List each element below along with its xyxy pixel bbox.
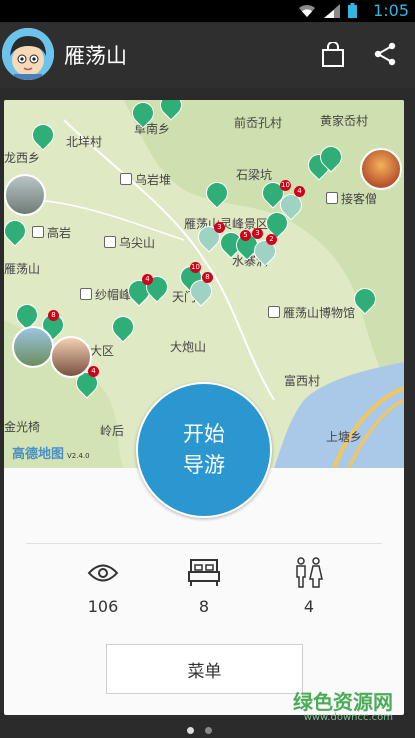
map-label: 大区 bbox=[90, 344, 115, 358]
hotels-count: 8 bbox=[198, 597, 210, 616]
divider bbox=[26, 543, 382, 544]
scenic-photo-thumbnail[interactable] bbox=[4, 174, 46, 216]
cartoon-avatar-icon bbox=[2, 28, 54, 80]
scenic-photo-thumbnail[interactable] bbox=[12, 326, 54, 368]
page-indicator bbox=[187, 727, 212, 734]
toilets-count: 4 bbox=[303, 597, 315, 616]
map-label: 前岙孔村 bbox=[234, 116, 283, 130]
map-pin-badge: 10 bbox=[280, 180, 291, 191]
page-title: 雁荡山 bbox=[64, 44, 127, 68]
stats-row: 106 8 4 bbox=[4, 555, 404, 635]
signal-icon bbox=[324, 3, 340, 18]
shopping-bag-icon bbox=[322, 41, 344, 67]
stat-hotels[interactable]: 8 bbox=[154, 555, 254, 616]
avatar[interactable] bbox=[2, 28, 54, 80]
map-pin-badge: 4 bbox=[294, 186, 305, 197]
scenic-photo-thumbnail[interactable] bbox=[50, 336, 92, 378]
map-pin-badge: 2 bbox=[266, 234, 277, 245]
share-icon bbox=[374, 42, 396, 66]
start-tour-line2: 导游 bbox=[183, 453, 225, 477]
start-tour-line1: 开始 bbox=[183, 421, 225, 446]
stat-views[interactable]: 106 bbox=[53, 555, 153, 616]
bed-icon bbox=[188, 559, 220, 586]
map-pin-badge: 4 bbox=[142, 274, 153, 285]
map-label: 乌岩堆 bbox=[120, 171, 171, 188]
map-label: 富西村 bbox=[284, 374, 321, 388]
map-pin-badge: 10 bbox=[190, 262, 201, 273]
map-pin-badge: 3 bbox=[214, 222, 225, 233]
page-indicator-dot[interactable] bbox=[205, 727, 212, 734]
map-label: 大炮山 bbox=[170, 340, 207, 354]
app-bar: 雁荡山 bbox=[0, 22, 415, 88]
shopping-bag-button[interactable] bbox=[321, 41, 345, 72]
eye-icon bbox=[87, 564, 119, 582]
map-provider-logo: 高德地图 V2.4.0 bbox=[12, 447, 90, 462]
map-pin-badge: 5 bbox=[240, 230, 251, 241]
scenic-photo-thumbnail[interactable] bbox=[360, 148, 402, 190]
map-label: 雁荡山 bbox=[4, 262, 41, 276]
status-bar: 1:05 bbox=[0, 0, 415, 22]
status-icons bbox=[298, 3, 357, 18]
map-label: 石梁坑 bbox=[236, 168, 273, 182]
map-label: 纱帽峰 bbox=[80, 286, 131, 303]
map-pin-badge: 3 bbox=[252, 228, 263, 239]
toilet-icon bbox=[296, 557, 323, 588]
scenic-card: 北垟村 卓南乡 前岙孔村 黄家岙村 龙西乡 乌岩堆 石梁坑 接客僧 高岩 乌尖山… bbox=[4, 100, 404, 715]
map-label: 北垟村 bbox=[66, 135, 103, 149]
map-label: 乌尖山 bbox=[104, 234, 155, 251]
map-label: 龙西乡 bbox=[4, 151, 41, 165]
share-button[interactable] bbox=[373, 42, 397, 70]
stat-toilets[interactable]: 4 bbox=[259, 555, 359, 616]
map-label: 岭后 bbox=[100, 424, 125, 438]
status-time: 1:05 bbox=[373, 1, 409, 20]
page-indicator-dot[interactable] bbox=[187, 727, 194, 734]
map-label: 雁荡山博物馆 bbox=[268, 304, 355, 321]
menu-button[interactable]: 菜单 bbox=[106, 644, 303, 694]
map-label: 黄家岙村 bbox=[320, 114, 369, 128]
start-tour-button[interactable]: 开始 导游 bbox=[136, 382, 272, 518]
views-count: 106 bbox=[87, 597, 119, 616]
map-label: 金光椅 bbox=[4, 420, 41, 434]
watermark-url: www.downcc.com bbox=[303, 712, 393, 723]
map-pin-badge: 8 bbox=[202, 272, 213, 283]
map-pin-badge: 4 bbox=[88, 366, 99, 377]
map-label: 接客僧 bbox=[326, 190, 377, 207]
map-label: 高岩 bbox=[32, 224, 71, 241]
watermark-text: 绿色资源网 bbox=[293, 690, 393, 714]
map-pin-badge: 8 bbox=[48, 310, 59, 321]
map-label: 上塘乡 bbox=[326, 430, 363, 444]
wifi-icon bbox=[299, 4, 315, 17]
battery-icon bbox=[348, 3, 357, 18]
